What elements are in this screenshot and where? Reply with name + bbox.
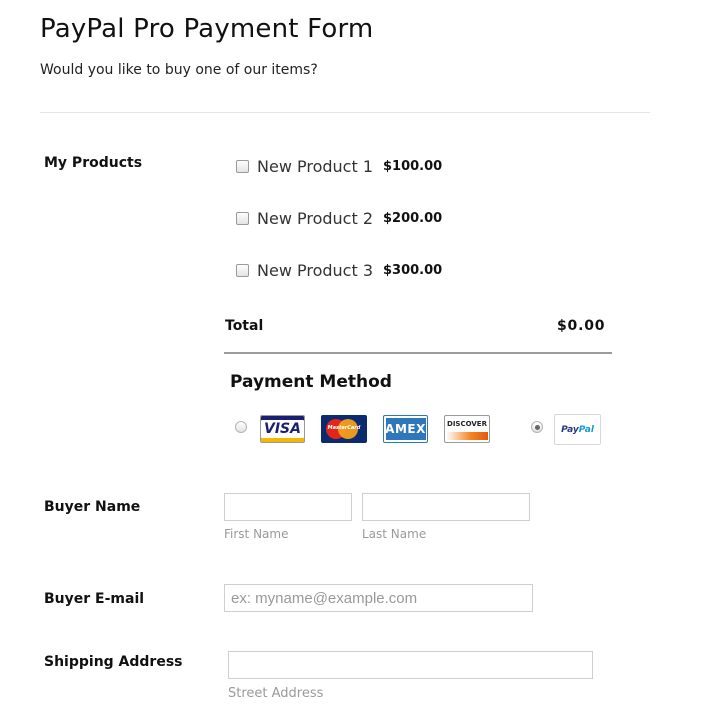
- product-1-price: $100.00: [383, 159, 443, 174]
- amex-logo-text: AMEX: [385, 418, 426, 440]
- payment-form-page: PayPal Pro Payment Form Would you like t…: [0, 0, 708, 720]
- total-label: Total: [225, 318, 264, 334]
- amex-card-icon: AMEX: [383, 415, 428, 443]
- page-title: PayPal Pro Payment Form: [40, 14, 374, 44]
- mastercard-logo-text: MasterCard: [327, 425, 361, 431]
- visa-logo-text: VISA: [264, 421, 301, 437]
- total-value: $0.00: [557, 318, 606, 334]
- mastercard-card-icon: MasterCard: [321, 415, 367, 443]
- street-address-sublabel: Street Address: [228, 686, 324, 701]
- products-label: My Products: [44, 155, 143, 171]
- last-name-input[interactable]: [362, 493, 530, 521]
- total-divider: [224, 352, 612, 354]
- first-name-sublabel: First Name: [224, 527, 289, 541]
- payment-method-title: Payment Method: [230, 372, 392, 392]
- last-name-sublabel: Last Name: [362, 527, 427, 541]
- product-3-name: New Product 3: [257, 261, 373, 280]
- product-2-checkbox[interactable]: [236, 212, 249, 225]
- discover-logo-text: DISCOVER: [447, 420, 487, 428]
- buyer-name-label: Buyer Name: [44, 499, 141, 515]
- product-option-1[interactable]: New Product 1 $100.00: [236, 157, 442, 176]
- product-3-price: $300.00: [383, 263, 443, 278]
- shipping-address-label: Shipping Address: [44, 654, 183, 670]
- paypal-logo-icon: Pay Pal: [554, 414, 601, 445]
- product-1-checkbox[interactable]: [236, 160, 249, 173]
- first-name-input[interactable]: [224, 493, 352, 521]
- product-option-2[interactable]: New Product 2 $200.00: [236, 209, 442, 228]
- header-divider: [40, 112, 650, 113]
- product-3-checkbox[interactable]: [236, 264, 249, 277]
- discover-card-icon: DISCOVER: [444, 415, 490, 443]
- product-2-price: $200.00: [383, 211, 443, 226]
- product-1-name: New Product 1: [257, 157, 373, 176]
- product-option-3[interactable]: New Product 3 $300.00: [236, 261, 442, 280]
- email-input[interactable]: ex: myname@example.com: [224, 584, 533, 612]
- credit-card-radio[interactable]: [235, 421, 247, 433]
- paypal-radio[interactable]: [531, 421, 543, 433]
- street-address-input[interactable]: [228, 651, 593, 679]
- visa-card-icon: VISA: [260, 415, 305, 443]
- buyer-email-label: Buyer E-mail: [44, 591, 145, 607]
- page-subtitle: Would you like to buy one of our items?: [40, 62, 318, 78]
- product-2-name: New Product 2: [257, 209, 373, 228]
